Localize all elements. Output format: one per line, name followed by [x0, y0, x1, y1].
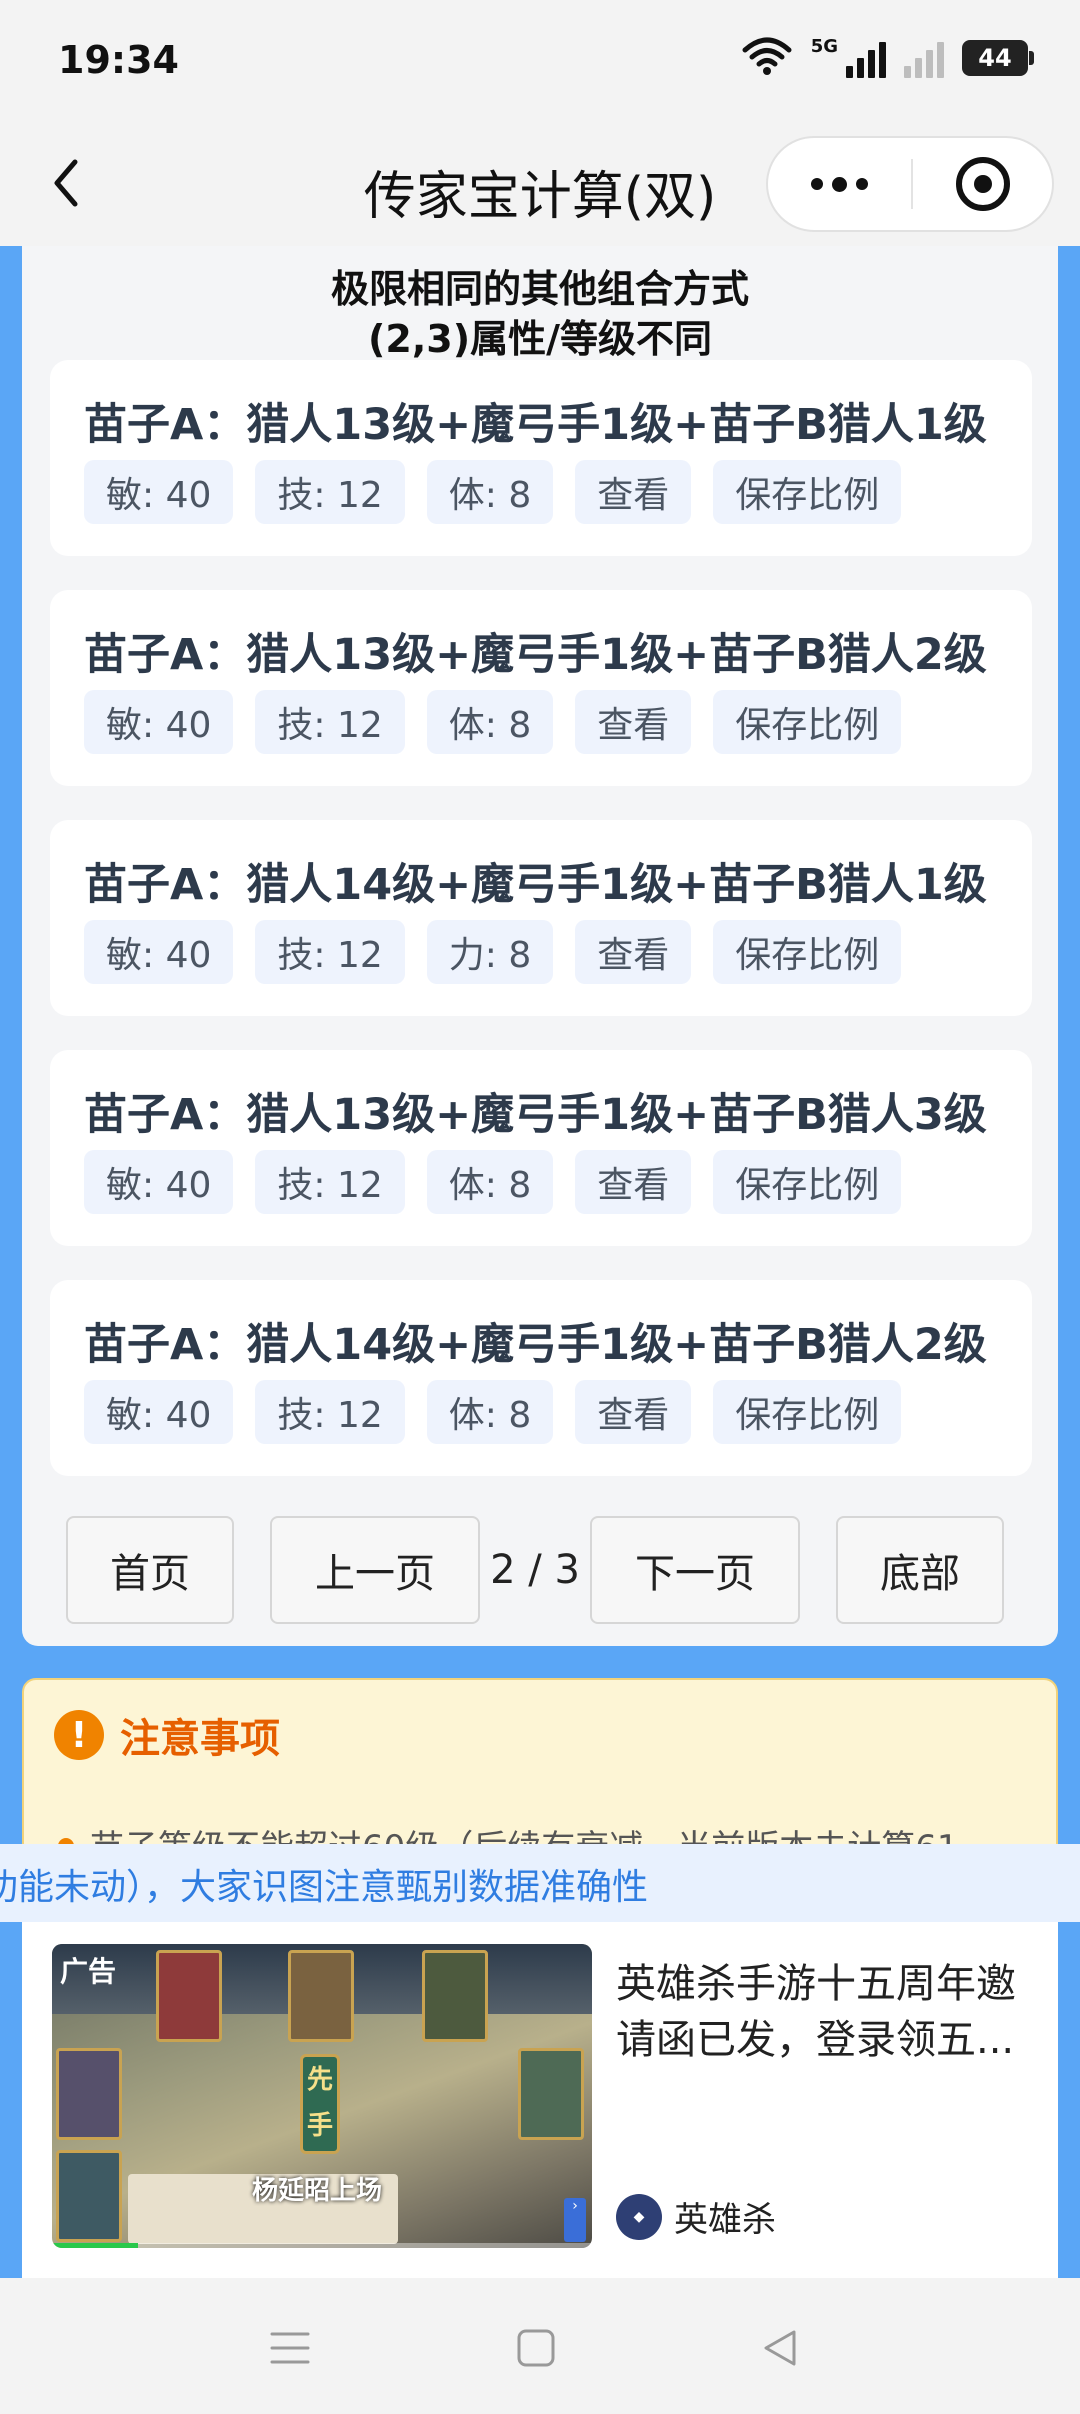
ad-image[interactable]: 广告 先手 杨延昭上场 › [52, 1944, 592, 2248]
ad-label: 广告 [60, 1955, 117, 1988]
close-miniprogram-button[interactable] [913, 138, 1052, 230]
result-title: 苗子A：猎人13级+魔弓手1级+苗子B猎人1级 [84, 400, 987, 450]
stat-tag: 技: 12 [255, 690, 405, 754]
system-back-button[interactable] [750, 2318, 810, 2378]
miniprogram-capsule [766, 136, 1054, 232]
square-icon [517, 2329, 555, 2367]
stat-tag: 技: 12 [255, 460, 405, 524]
results-panel: 极限相同的其他组合方式 (2,3)属性/等级不同 苗子A：猎人13级+魔弓手1级… [22, 246, 1058, 1646]
view-button[interactable]: 查看 [575, 920, 692, 984]
result-card: 苗子A：猎人14级+魔弓手1级+苗子B猎人1级 敏: 40 技: 12 力: 8… [50, 820, 1032, 1016]
save-ratio-button[interactable]: 保存比例 [713, 460, 902, 524]
status-bar: 19:34 5G 44 [0, 0, 1080, 120]
section-title: 极限相同的其他组合方式 (2,3)属性/等级不同 [22, 264, 1058, 364]
stat-tag: 敏: 40 [84, 460, 234, 524]
result-card: 苗子A：猎人14级+魔弓手1级+苗子B猎人2级 敏: 40 技: 12 体: 8… [50, 1280, 1032, 1476]
stat-tag: 力: 8 [426, 920, 554, 984]
hero-card [156, 1950, 222, 2042]
save-ratio-button[interactable]: 保存比例 [713, 1150, 902, 1214]
stat-tag: 体: 8 [426, 1150, 554, 1214]
notice-title: 注意事项 [120, 1716, 280, 1762]
hero-card [422, 1950, 488, 2042]
view-button[interactable]: 查看 [575, 690, 692, 754]
page-indicator: 2 / 3 [490, 1547, 580, 1593]
view-button[interactable]: 查看 [575, 460, 692, 524]
ad-caption: 杨延昭上场 [252, 2176, 383, 2206]
brand-logo-icon: ◆ [616, 2193, 662, 2240]
section-title-line1: 极限相同的其他组合方式 [330, 267, 749, 311]
more-dots-icon [811, 178, 823, 190]
target-icon [955, 157, 1010, 211]
battery-icon: 44 [962, 40, 1034, 76]
marquee-text: 功能未动），大家识图注意甄别数据准确性 [0, 1867, 649, 1908]
save-ratio-button[interactable]: 保存比例 [713, 690, 902, 754]
signal-secondary-icon [904, 38, 944, 78]
warning-icon: ! [54, 1710, 104, 1760]
nav-bar: 传家宝计算(双) [0, 120, 1080, 246]
ad-brand[interactable]: ◆ 英雄杀 [616, 2192, 776, 2241]
more-button[interactable] [768, 138, 911, 230]
main-content[interactable]: 极限相同的其他组合方式 (2,3)属性/等级不同 苗子A：猎人13级+魔弓手1级… [0, 246, 1080, 2278]
result-title: 苗子A：猎人14级+魔弓手1级+苗子B猎人1级 [84, 860, 987, 910]
wifi-icon [741, 36, 793, 80]
stat-tag: 体: 8 [426, 460, 554, 524]
stat-tag: 体: 8 [426, 1380, 554, 1444]
brand-name: 英雄杀 [674, 2200, 776, 2240]
stat-tag: 技: 12 [255, 1150, 405, 1214]
stat-tag: 体: 8 [426, 690, 554, 754]
home-button[interactable] [506, 2318, 566, 2378]
stat-tag: 技: 12 [255, 920, 405, 984]
save-ratio-button[interactable]: 保存比例 [713, 1380, 902, 1444]
pagination: 首页 上一页 2 / 3 下一页 底部 [66, 1516, 1066, 1626]
stat-tag: 敏: 40 [84, 690, 234, 754]
hero-card [518, 2048, 584, 2140]
ad-headline[interactable]: 英雄杀手游十五周年邀请函已发，登录领五... [616, 1956, 1036, 2068]
status-time: 19:34 [58, 38, 179, 82]
ad-center-badge: 先手 [300, 2054, 340, 2154]
result-title: 苗子A：猎人13级+魔弓手1级+苗子B猎人2级 [84, 630, 987, 680]
bottom-button[interactable]: 底部 [836, 1516, 1004, 1624]
hero-card [56, 2048, 122, 2140]
menu-button[interactable] [260, 2318, 320, 2378]
result-card: 苗子A：猎人13级+魔弓手1级+苗子B猎人1级 敏: 40 技: 12 体: 8… [50, 360, 1032, 556]
stat-tag: 技: 12 [255, 1380, 405, 1444]
network-label: 5G [810, 36, 838, 57]
menu-icon [270, 2332, 310, 2364]
video-progress [52, 2243, 592, 2248]
result-card: 苗子A：猎人13级+魔弓手1级+苗子B猎人3级 敏: 40 技: 12 体: 8… [50, 1050, 1032, 1246]
hero-card [288, 1950, 354, 2042]
stat-tag: 敏: 40 [84, 1380, 234, 1444]
prev-page-button[interactable]: 上一页 [270, 1516, 480, 1624]
save-ratio-button[interactable]: 保存比例 [713, 920, 902, 984]
stat-tag: 敏: 40 [84, 920, 234, 984]
status-icons: 5G 44 [741, 36, 1034, 80]
system-nav-bar [0, 2278, 1080, 2414]
result-card: 苗子A：猎人13级+魔弓手1级+苗子B猎人2级 敏: 40 技: 12 体: 8… [50, 590, 1032, 786]
stat-tag: 敏: 40 [84, 1150, 234, 1214]
ad-card[interactable]: 广告 先手 杨延昭上场 › 英雄杀手游十五周年邀请函已发，登录领五... ◆ 英… [22, 1922, 1058, 2278]
first-page-button[interactable]: 首页 [66, 1516, 234, 1624]
view-button[interactable]: 查看 [575, 1150, 692, 1214]
detail-icon: › [564, 2198, 586, 2242]
hero-card [56, 2150, 122, 2242]
marquee-banner: 功能未动），大家识图注意甄别数据准确性 [0, 1844, 1080, 1922]
triangle-back-icon [764, 2330, 796, 2366]
section-title-line2: (2,3)属性/等级不同 [368, 317, 712, 361]
view-button[interactable]: 查看 [575, 1380, 692, 1444]
result-title: 苗子A：猎人13级+魔弓手1级+苗子B猎人3级 [84, 1090, 987, 1140]
next-page-button[interactable]: 下一页 [590, 1516, 800, 1624]
result-title: 苗子A：猎人14级+魔弓手1级+苗子B猎人2级 [84, 1320, 987, 1370]
signal-icon [846, 38, 886, 78]
